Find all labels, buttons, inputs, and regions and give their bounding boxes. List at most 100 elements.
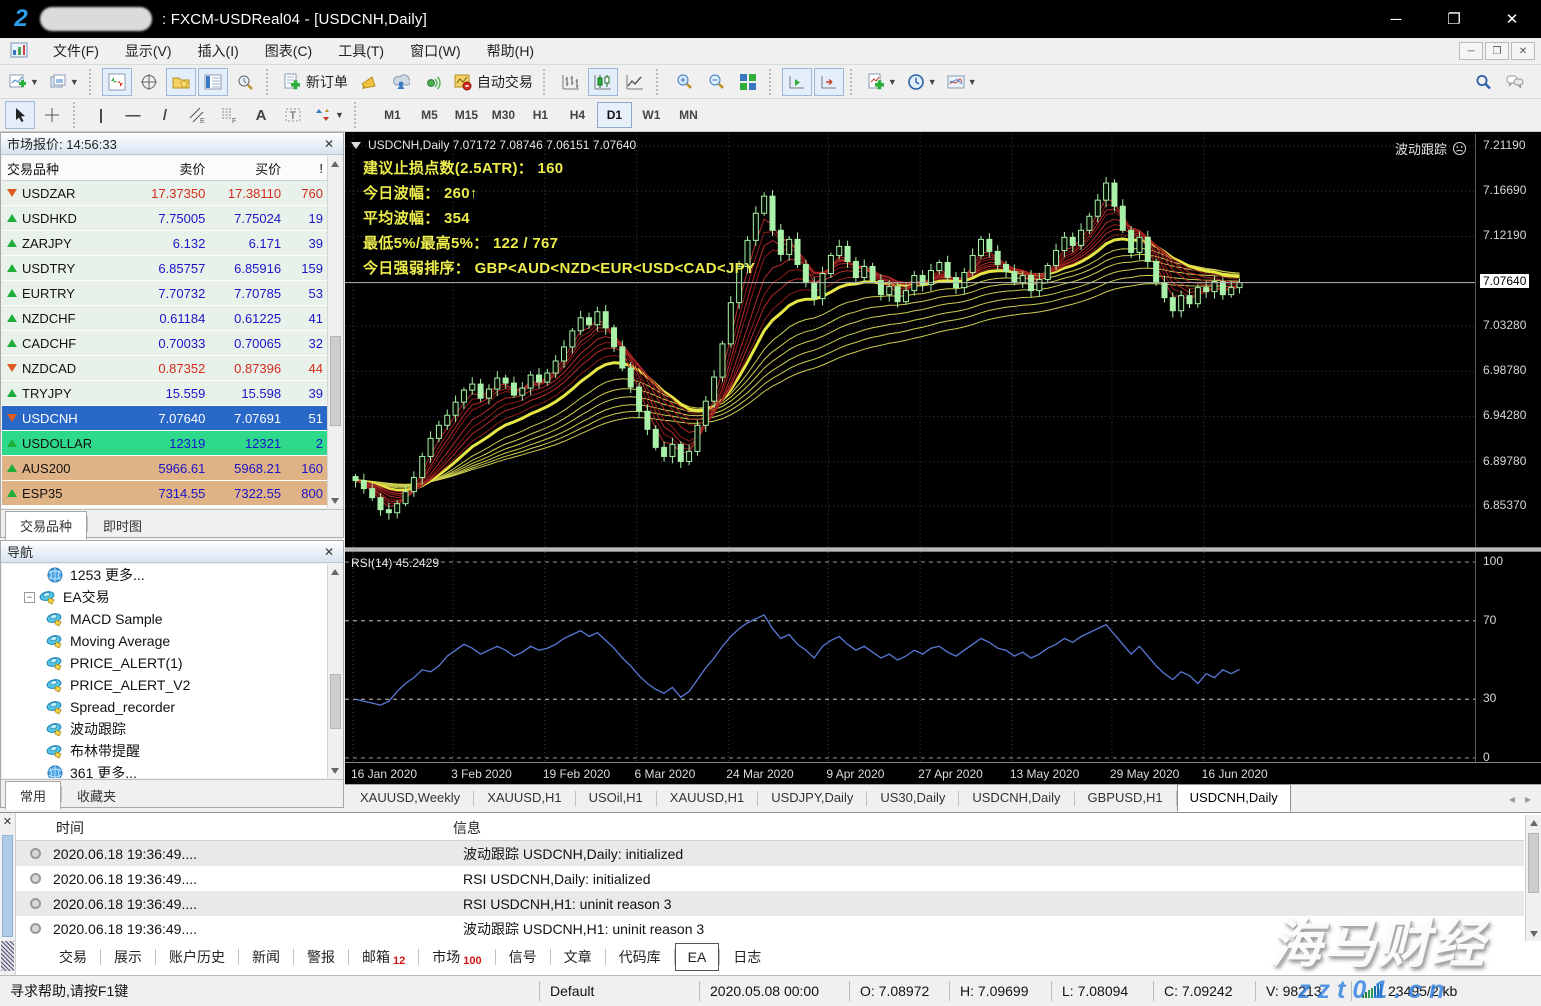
mql5-community-button[interactable]	[386, 68, 416, 96]
nav-item-7[interactable]: 波动跟踪	[2, 718, 327, 740]
menu-item[interactable]: 帮助(H)	[474, 37, 547, 65]
market-row-usdtry[interactable]: USDTRY 6.85757 6.85916 159	[2, 256, 327, 281]
chart-tab-5[interactable]: US30,Daily	[867, 784, 958, 812]
chevron-left-icon[interactable]: ◂	[1509, 792, 1515, 806]
terminal-grip[interactable]	[2, 835, 13, 937]
market-row-usdhkd[interactable]: USDHKD 7.75005 7.75024 19	[2, 206, 327, 231]
timeframe-h4[interactable]: H4	[560, 102, 595, 128]
new-chart-button[interactable]: ▼	[5, 68, 43, 96]
rsi-pane[interactable]: RSI(14) 45.2429 100 70 30 0	[345, 552, 1541, 764]
timeframe-m15[interactable]: M15	[449, 102, 484, 128]
market-row-cadchf[interactable]: CADCHF 0.70033 0.70065 32	[2, 331, 327, 356]
child-close-button[interactable]: ✕	[1511, 42, 1535, 60]
expander-icon[interactable]: −	[24, 591, 35, 603]
templates-button[interactable]: ▼	[943, 68, 981, 96]
chart-tab-2[interactable]: USOil,H1	[576, 784, 656, 812]
close-icon[interactable]: ✕	[0, 813, 15, 829]
nav-item-5[interactable]: PRICE_ALERT_V2	[2, 674, 327, 696]
trendline-button[interactable]: /	[150, 101, 180, 129]
column-spread[interactable]: !	[287, 161, 327, 176]
periods-button[interactable]: ▼	[903, 68, 941, 96]
new-order-button[interactable]: 新订单	[279, 68, 352, 96]
nav-item-4[interactable]: PRICE_ALERT(1)	[2, 652, 327, 674]
navigator-header[interactable]: 导航 ✕	[1, 541, 343, 563]
timeframe-m1[interactable]: M1	[375, 102, 410, 128]
navigator-tab-0[interactable]: 常用	[5, 781, 62, 810]
signals-button[interactable]	[418, 68, 448, 96]
timeframe-mn[interactable]: MN	[671, 102, 706, 128]
terminal-tab-ea[interactable]: EA	[674, 943, 720, 971]
terminal-tab-0[interactable]: 交易	[46, 941, 100, 973]
terminal-tab-4[interactable]: 警报	[294, 941, 348, 973]
terminal-tab-1[interactable]: 展示	[101, 941, 155, 973]
market-row-usdollar[interactable]: USDOLLAR 12319 12321 2	[2, 431, 327, 456]
market-row-esp35[interactable]: ESP35 7314.55 7322.55 800	[2, 481, 327, 506]
chart-tab-8[interactable]: USDCNH,Daily	[1176, 784, 1291, 812]
bar-chart-type-button[interactable]	[556, 68, 586, 96]
column-ask[interactable]: 买价	[211, 159, 287, 178]
crosshair-button[interactable]	[37, 101, 67, 129]
column-symbol[interactable]: 交易品种	[2, 159, 124, 178]
text-label-button[interactable]: T	[278, 101, 308, 129]
chart-tab-scroll[interactable]: ◂ ▸	[1509, 792, 1541, 812]
nav-item-8[interactable]: 布林带提醒	[2, 740, 327, 762]
market-row-usdcnh[interactable]: USDCNH 7.07640 7.07691 51	[2, 406, 327, 431]
navigator-toggle[interactable]	[165, 67, 196, 96]
chart-tab-0[interactable]: XAUUSD,Weekly	[347, 784, 473, 812]
market-watch-tab-1[interactable]: 即时图	[88, 511, 157, 540]
menu-item[interactable]: 工具(T)	[325, 37, 397, 65]
terminal-tab-5[interactable]: 邮箱 12	[349, 941, 418, 973]
navigator-tab-1[interactable]: 收藏夹	[62, 781, 131, 810]
terminal-tab-7[interactable]: 信号	[496, 941, 550, 973]
chart-tab-3[interactable]: XAUUSD,H1	[657, 784, 757, 812]
vertical-line-button[interactable]: |	[86, 101, 116, 129]
market-row-usdzar[interactable]: USDZAR 17.37350 17.38110 760	[2, 181, 327, 206]
chat-icon[interactable]	[1500, 68, 1530, 96]
horizontal-line-button[interactable]: —	[118, 101, 148, 129]
zoom-in-button[interactable]	[669, 68, 699, 96]
restore-button[interactable]: ❐	[1425, 0, 1483, 38]
price-pane[interactable]: USDCNH,Daily 7.07172 7.08746 7.06151 7.0…	[345, 134, 1541, 548]
market-row-nzdcad[interactable]: NZDCAD 0.87352 0.87396 44	[2, 356, 327, 381]
market-row-eurtry[interactable]: EURTRY 7.70732 7.70785 53	[2, 281, 327, 306]
menu-item[interactable]: 文件(F)	[40, 37, 112, 65]
nav-item-3[interactable]: Moving Average	[2, 630, 327, 652]
menu-item[interactable]: 插入(I)	[185, 37, 252, 65]
line-chart-type-button[interactable]	[620, 68, 650, 96]
timeframe-m5[interactable]: M5	[412, 102, 447, 128]
tile-windows-button[interactable]	[733, 68, 763, 96]
close-icon[interactable]: ✕	[321, 137, 337, 151]
chart-window[interactable]: USDCNH,Daily 7.07172 7.08746 7.06151 7.0…	[345, 132, 1541, 812]
nav-item-1[interactable]: − EA交易	[2, 586, 327, 608]
nav-item-9[interactable]: 361 更多...	[2, 762, 327, 778]
child-minimize-button[interactable]: ─	[1459, 42, 1483, 60]
cursor-button[interactable]	[5, 101, 35, 129]
terminal-toggle[interactable]	[197, 67, 228, 96]
nav-item-0[interactable]: 1253 更多...	[2, 564, 327, 586]
chart-shift-button[interactable]	[813, 67, 844, 96]
navigator-scrollbar[interactable]	[327, 564, 342, 778]
terminal-log-row[interactable]: 2020.06.18 19:36:49.... 波动跟踪 USDCNH,Daily…	[16, 841, 1524, 866]
menu-item[interactable]: 图表(C)	[252, 37, 325, 65]
indicator-face-icon[interactable]	[1452, 141, 1467, 156]
chart-tab-7[interactable]: GBPUSD,H1	[1075, 784, 1176, 812]
terminal-tab-2[interactable]: 账户历史	[156, 941, 238, 973]
terminal-tab-3[interactable]: 新闻	[239, 941, 293, 973]
fibonacci-button[interactable]: F	[214, 101, 244, 129]
close-button[interactable]: ✕	[1483, 0, 1541, 38]
chart-tab-6[interactable]: USDCNH,Daily	[959, 784, 1073, 812]
search-icon[interactable]	[1468, 68, 1498, 96]
column-bid[interactable]: 卖价	[124, 159, 212, 178]
terminal-tab-11[interactable]: 日志	[720, 941, 774, 973]
text-button[interactable]: A	[246, 101, 276, 129]
menu-item[interactable]: 显示(V)	[112, 37, 185, 65]
timeframe-h1[interactable]: H1	[523, 102, 558, 128]
chart-tab-4[interactable]: USDJPY,Daily	[758, 784, 866, 812]
chart-tab-1[interactable]: XAUUSD,H1	[474, 784, 574, 812]
market-watch-header[interactable]: 市场报价: 14:56:33 ✕	[1, 133, 343, 155]
strategy-tester-toggle[interactable]	[230, 68, 260, 96]
arrows-button[interactable]: ▼	[310, 101, 348, 129]
timeframe-w1[interactable]: W1	[634, 102, 669, 128]
candlestick-type-button[interactable]	[587, 67, 618, 96]
terminal-tab-9[interactable]: 代码库	[606, 941, 674, 973]
